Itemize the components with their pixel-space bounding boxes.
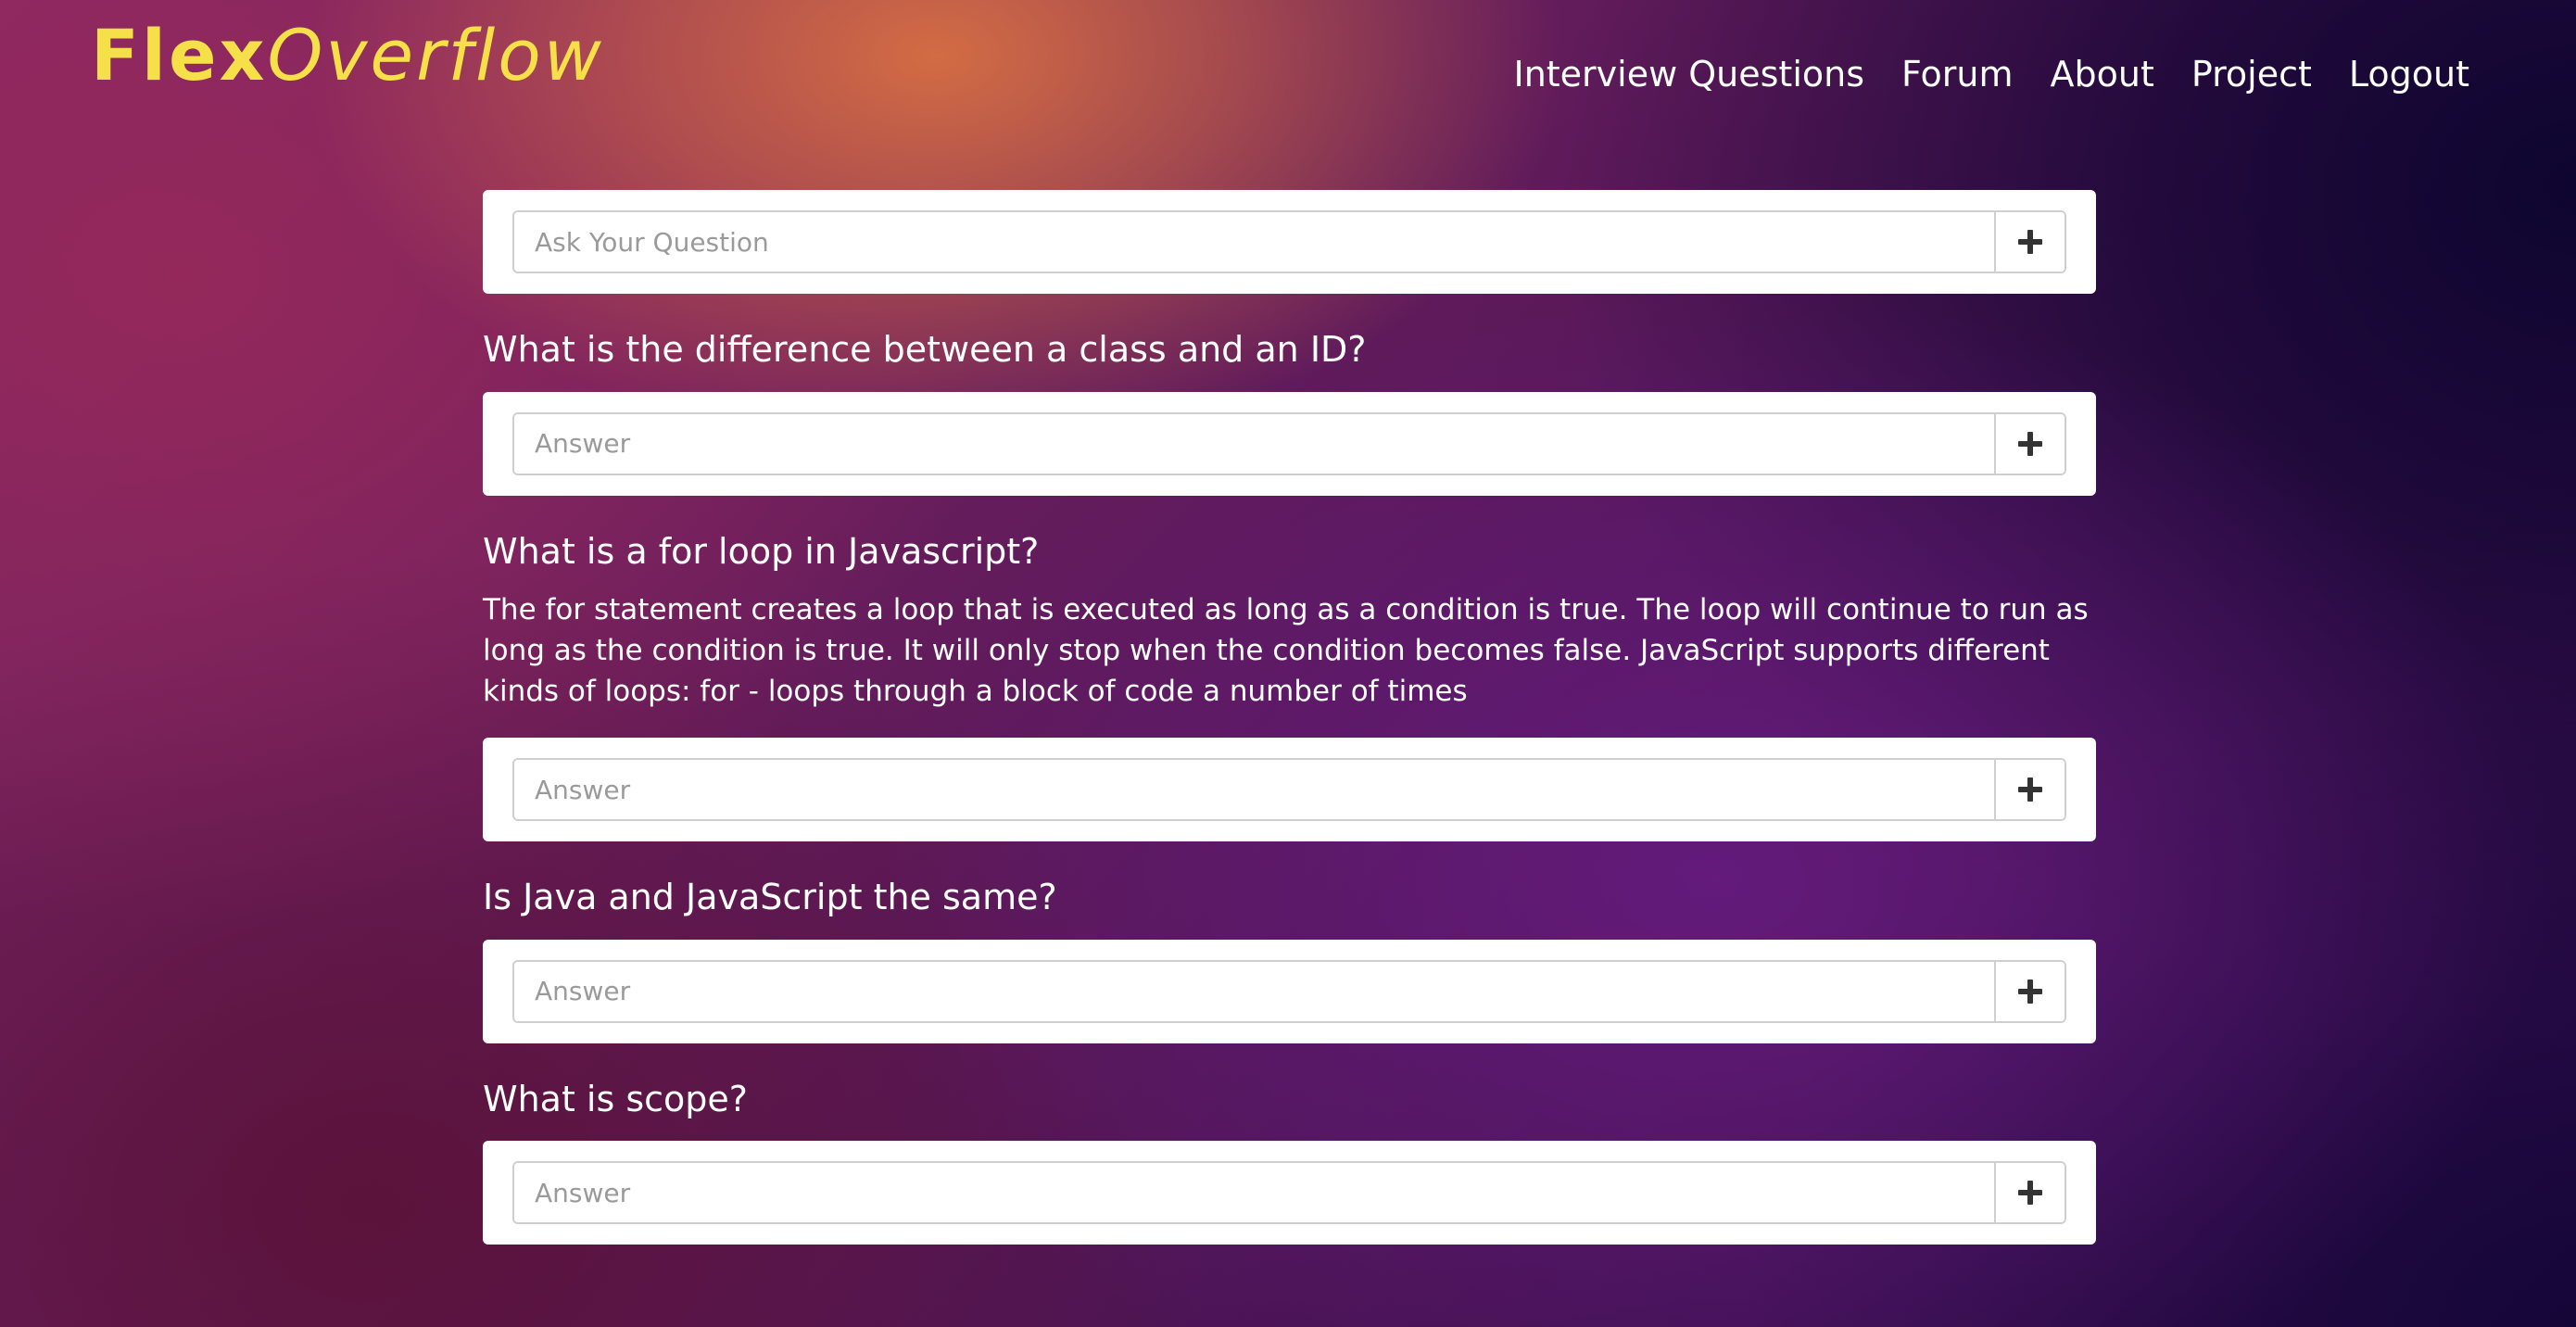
- question-item: What is a for loop in Javascript? The fo…: [483, 531, 2096, 842]
- answer-group: [512, 758, 2066, 822]
- plus-icon: [2018, 777, 2042, 803]
- question-item: What is the difference between a class a…: [483, 329, 2096, 496]
- nav-project[interactable]: Project: [2191, 54, 2312, 95]
- logo-text-overflow: Overflow: [267, 14, 604, 96]
- ask-question-group: [512, 210, 2066, 273]
- plus-icon: [2018, 431, 2042, 456]
- answer-add-button[interactable]: [1994, 961, 2065, 1021]
- question-item: What is scope?: [483, 1079, 2096, 1245]
- answer-text: The for statement creates a loop that is…: [483, 593, 2089, 709]
- answer-card: [483, 391, 2096, 496]
- answer-group: [512, 411, 2066, 475]
- nav-about[interactable]: About: [2051, 54, 2154, 95]
- logo[interactable]: FlexOverflow: [91, 13, 604, 97]
- plus-icon: [2018, 1181, 2042, 1206]
- answer-card: [483, 738, 2096, 842]
- answer-card: [483, 939, 2096, 1043]
- question-title: What is a for loop in Javascript?: [483, 530, 1040, 572]
- logo-text-flex: Flex: [91, 14, 268, 96]
- ask-question-card: [483, 190, 2096, 294]
- answer-group: [512, 1161, 2066, 1225]
- nav-logout[interactable]: Logout: [2349, 54, 2469, 95]
- answer-input[interactable]: [514, 961, 1994, 1021]
- answer-input[interactable]: [514, 413, 1994, 474]
- question-title: What is scope?: [483, 1078, 748, 1119]
- answer-add-button[interactable]: [1994, 413, 2065, 474]
- nav-forum[interactable]: Forum: [1901, 54, 2013, 95]
- answer-add-button[interactable]: [1994, 1163, 2065, 1223]
- ask-question-add-button[interactable]: [1994, 212, 2065, 272]
- answer-group: [512, 959, 2066, 1023]
- answer-input[interactable]: [514, 760, 1994, 820]
- question-title: Is Java and JavaScript the same?: [483, 877, 1057, 918]
- answer-card: [483, 1141, 2096, 1245]
- question-item: Is Java and JavaScript the same?: [483, 877, 2096, 1043]
- question-title: What is the difference between a class a…: [483, 329, 1367, 370]
- answer-input[interactable]: [514, 1163, 1994, 1223]
- nav-interview-questions[interactable]: Interview Questions: [1513, 54, 1864, 95]
- plus-icon: [2018, 979, 2042, 1004]
- questions-column: What is the difference between a class a…: [483, 190, 2096, 1245]
- ask-question-input[interactable]: [514, 212, 1994, 272]
- main-nav: Interview Questions Forum About Project …: [1513, 54, 2469, 95]
- answer-add-button[interactable]: [1994, 760, 2065, 820]
- plus-icon: [2018, 230, 2042, 254]
